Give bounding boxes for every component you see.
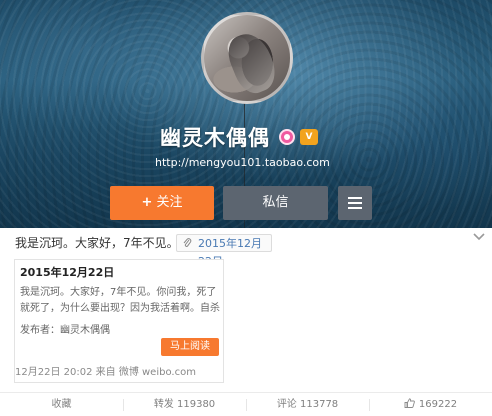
like-button[interactable]: 169222	[369, 393, 492, 416]
more-menu-button[interactable]	[338, 186, 372, 220]
avatar[interactable]	[201, 12, 293, 104]
menu-icon	[348, 197, 362, 209]
favorite-label: 收藏	[51, 399, 72, 410]
thumbs-up-icon	[404, 398, 415, 408]
message-label: 私信	[262, 195, 289, 210]
profile-header: 幽灵木偶偶 V http://mengyou101.taobao.com + 关注…	[0, 0, 492, 228]
article-title: 2015年12月22日	[20, 266, 115, 279]
article-author: 发布者：幽灵木偶偶	[20, 325, 110, 336]
article-excerpt: 我是沉珂。大家好，7年不见。你问我，死了就死了，为什么要出现？因为我活着啊。自杀	[20, 287, 220, 314]
post-text: 我是沉珂。大家好，7年不见。	[15, 236, 179, 250]
vip-badge-icon[interactable]: V	[300, 129, 318, 145]
post-time[interactable]: 12月22日 20:02	[15, 367, 92, 378]
follow-button[interactable]: + 关注	[110, 186, 214, 220]
read-now-button[interactable]: 马上阅读	[161, 338, 219, 356]
article-card[interactable]: 2015年12月22日 我是沉珂。大家好，7年不见。你问我，死了就死了，为什么要…	[14, 259, 224, 383]
repost-button[interactable]: 转发 119380	[123, 393, 246, 416]
message-button[interactable]: 私信	[223, 186, 328, 220]
repost-label: 转发 119380	[153, 399, 216, 410]
post-source[interactable]: 来自 微博 weibo.com	[96, 367, 196, 378]
favorite-button[interactable]: 收藏	[0, 393, 123, 416]
post-card: 我是沉珂。大家好，7年不见。 2015年12月22日 2015年12月22日 我…	[0, 228, 492, 416]
paperclip-icon	[183, 238, 192, 247]
chevron-down-icon[interactable]	[473, 232, 485, 242]
member-badge-icon[interactable]	[279, 129, 295, 145]
profile-name[interactable]: 幽灵木偶偶	[160, 124, 270, 152]
date-tag[interactable]: 2015年12月22日	[176, 234, 272, 268]
post-meta: 12月22日 20:02 来自 微博 weibo.com	[15, 366, 196, 380]
plus-icon: +	[141, 195, 153, 210]
like-count: 169222	[418, 399, 458, 410]
comment-label: 评论 113778	[276, 399, 339, 410]
comment-button[interactable]: 评论 113778	[246, 393, 369, 416]
follow-label: 关注	[156, 195, 183, 210]
profile-url[interactable]: http://mengyou101.taobao.com	[155, 155, 330, 171]
action-bar: 收藏 转发 119380 评论 113778 169222	[0, 392, 492, 416]
